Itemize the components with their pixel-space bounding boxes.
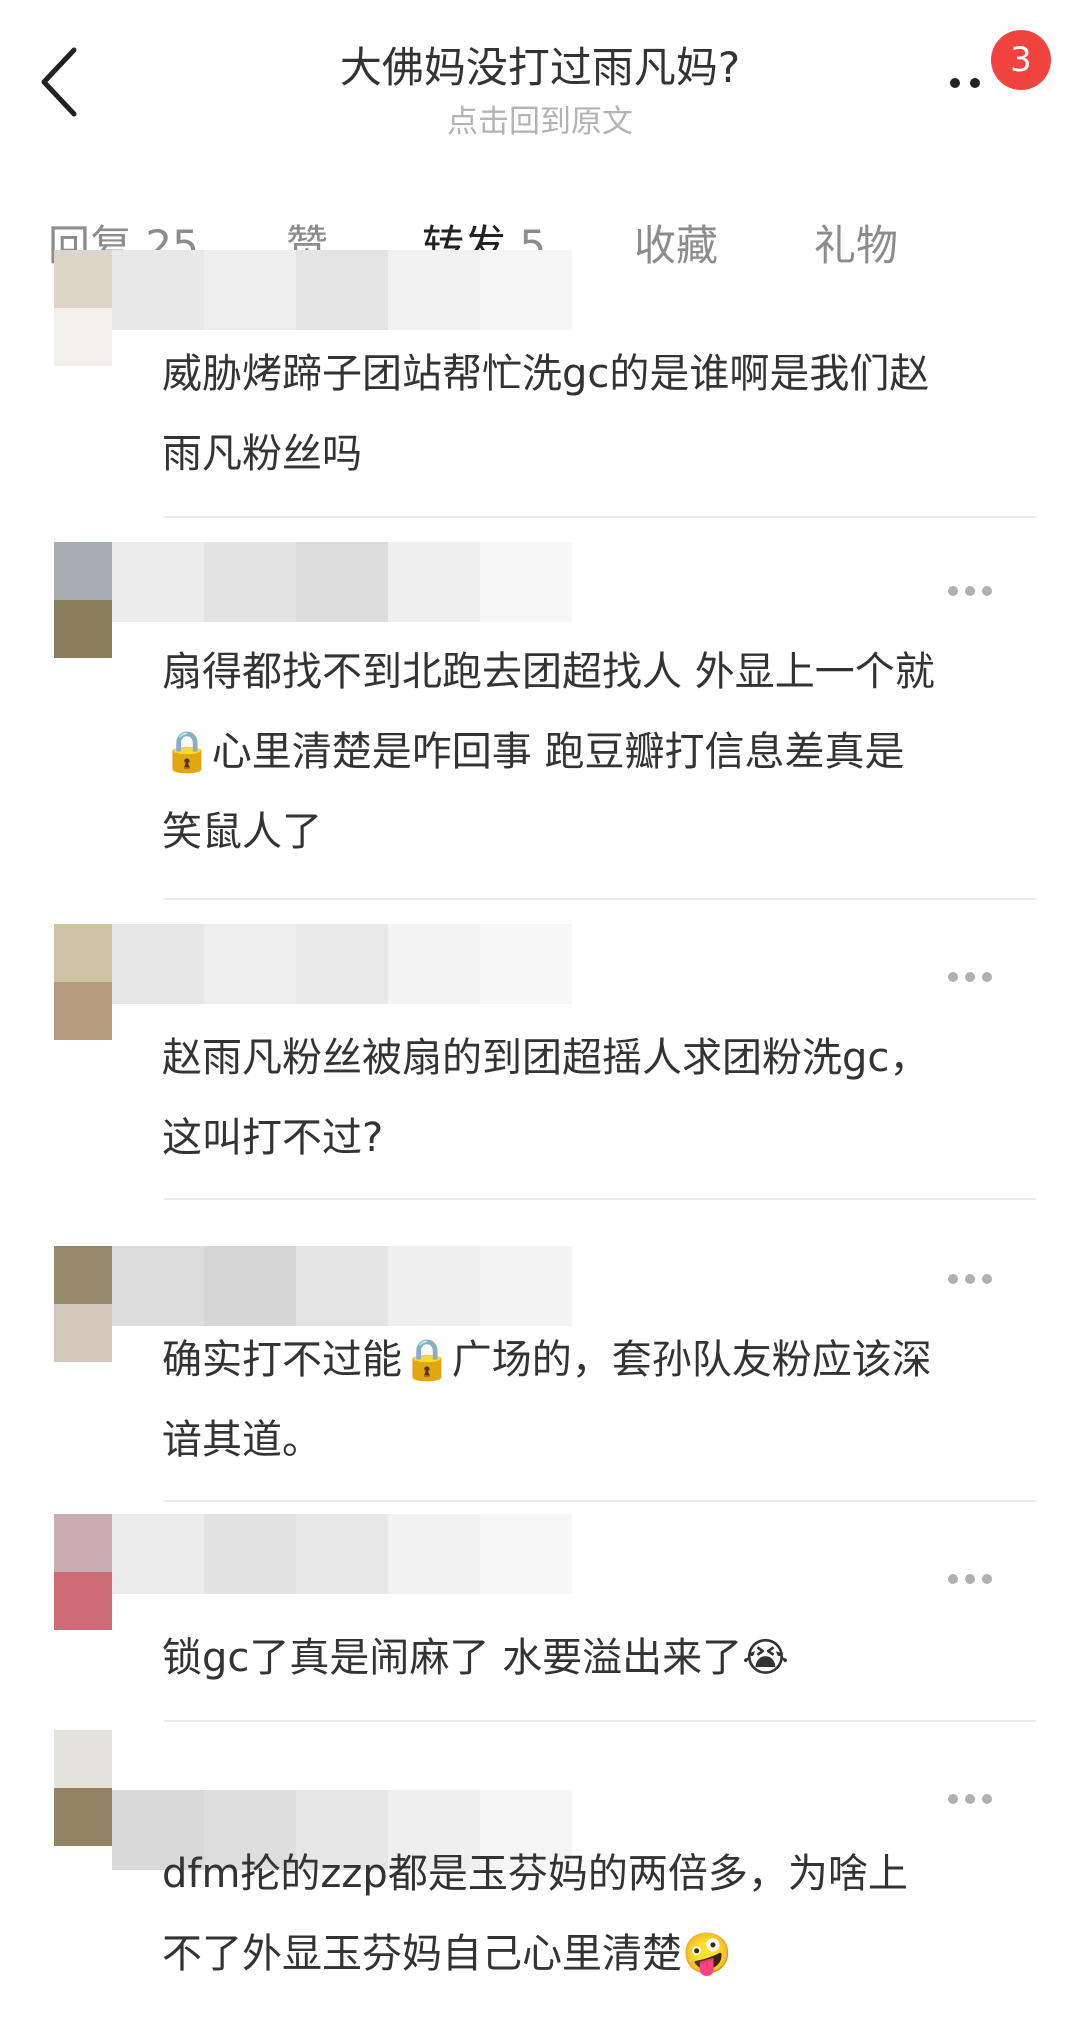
comment-more-icon[interactable] [948,1574,992,1586]
comment-text: 确实打不过能🔒广场的，套孙队友粉应该深 谙其道。 [162,1337,932,1463]
username-blurred[interactable] [112,542,572,622]
username-blurred[interactable] [112,1246,572,1326]
comment-more-icon[interactable] [948,972,992,984]
comment-more-icon[interactable] [948,1274,992,1286]
tab-favorites-label: 收藏 [634,221,719,270]
username-blurred[interactable] [112,1514,572,1594]
username-blurred[interactable] [112,924,572,1004]
comment-text: 扇得都找不到北跑去团超找人 外显上一个就 🔒心里清楚是咋回事 跑豆瓣打信息差真是… [162,649,935,855]
page-title[interactable]: 大佛妈没打过雨凡妈? [0,34,1080,95]
username-blurred[interactable] [112,250,572,330]
avatar[interactable] [54,924,112,1040]
avatar[interactable] [54,250,112,366]
comment-text: 赵雨凡粉丝被扇的到团超摇人求团粉洗gc， 这叫打不过? [162,1035,930,1161]
comment-text: dfm抡的zzp都是玉芬妈的两倍多，为啥上 不了外显玉芬妈自己心里清楚🤪 [162,1851,908,1977]
avatar[interactable] [54,1514,112,1630]
divider [164,1198,1036,1200]
avatar[interactable] [54,1246,112,1362]
divider [164,1720,1036,1722]
divider [164,1500,1036,1502]
avatar[interactable] [54,542,112,658]
divider [164,898,1036,900]
tab-favorites[interactable]: 收藏 [634,212,718,273]
comment-more-icon[interactable] [948,1794,992,1806]
tab-gifts[interactable]: 礼物 [814,212,898,273]
top-bar: 大佛妈没打过雨凡妈? 点击回到原文 3 [0,0,1080,160]
comment-text: 锁gc了真是闹麻了 水要溢出来了😭 [162,1635,789,1681]
tab-gifts-label: 礼物 [814,221,899,270]
notification-badge: 3 [991,30,1051,90]
divider [164,516,1036,518]
comment-more-icon[interactable] [948,586,992,598]
avatar[interactable] [54,1730,112,1846]
back-to-original-link[interactable]: 点击回到原文 [0,96,1080,141]
comment-text: 威胁烤蹄子团站帮忙洗gc的是谁啊是我们赵 雨凡粉丝吗 [162,351,930,477]
